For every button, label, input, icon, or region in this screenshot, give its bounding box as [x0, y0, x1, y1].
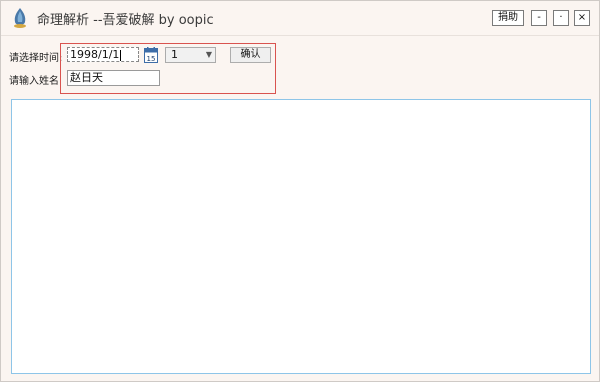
- title-bar: 命理解析 --吾爱破解 by oopic 捐助 - · ×: [1, 1, 599, 35]
- result-textarea[interactable]: [11, 99, 591, 374]
- donate-button[interactable]: 捐助: [492, 10, 524, 26]
- title-separator: [1, 35, 599, 36]
- name-label: 请输入姓名: [9, 76, 59, 87]
- app-logo-icon: [14, 8, 26, 28]
- window-title: 命理解析 --吾爱破解 by oopic: [37, 13, 214, 28]
- close-button[interactable]: ×: [574, 10, 590, 26]
- date-label: 请选择时间:: [9, 53, 63, 64]
- highlight-box: [60, 43, 276, 94]
- restore-button[interactable]: ·: [553, 10, 569, 26]
- minimize-button[interactable]: -: [531, 10, 547, 26]
- app-window: 命理解析 --吾爱破解 by oopic 捐助 - · × 请选择时间: 199…: [0, 0, 600, 382]
